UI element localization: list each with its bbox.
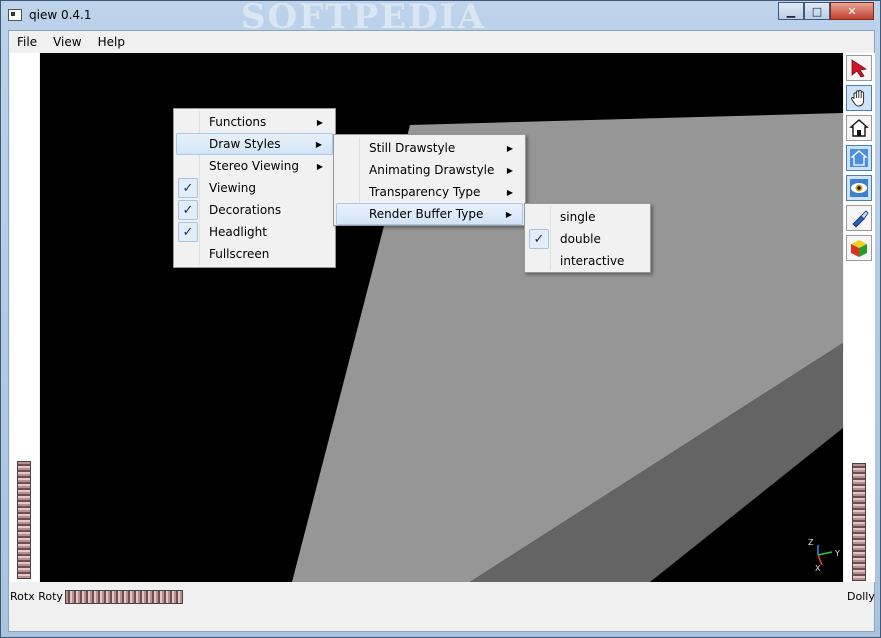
menu-item-label: Fullscreen — [209, 247, 270, 261]
menu-item-label: Animating Drawstyle — [369, 163, 495, 177]
hand-icon — [851, 89, 865, 107]
home-button[interactable] — [846, 115, 872, 141]
status-dolly: Dolly — [847, 590, 875, 603]
set-home-icon — [850, 149, 868, 167]
submenu-arrow-icon: ▶ — [506, 165, 513, 175]
menu-item-label: single — [560, 210, 596, 224]
menu-help[interactable]: Help — [90, 31, 133, 53]
menu-item-headlight[interactable]: ✓ Headlight — [176, 221, 333, 243]
menu-bar: File View Help — [9, 31, 874, 53]
view-all-button[interactable] — [846, 175, 872, 201]
menu-item-label: Render Buffer Type — [369, 207, 484, 221]
menu-item-label: Stereo Viewing — [209, 159, 299, 173]
check-icon: ✓ — [178, 200, 198, 220]
title-bar[interactable]: qiew 0.4.1 SOFTPEDIA ▁ □ ✕ — [1, 0, 880, 37]
axis-x-label: X — [815, 564, 821, 573]
menu-item-still-drawstyle[interactable]: Still Drawstyle ▶ — [336, 137, 523, 159]
view-all-eye-icon — [850, 179, 868, 197]
rotx-thumbwheel[interactable] — [17, 461, 31, 579]
projection-button[interactable] — [846, 235, 872, 261]
menu-item-stereo-viewing[interactable]: Stereo Viewing ▶ — [176, 155, 333, 177]
menu-item-label: Still Drawstyle — [369, 141, 456, 155]
seek-button[interactable] — [846, 205, 872, 231]
client-area: File View Help Z Y X Rotx Roty Dolly — [8, 30, 875, 632]
submenu-arrow-icon: ▶ — [506, 143, 513, 153]
dolly-thumbwheel[interactable] — [852, 463, 866, 581]
maximize-button[interactable]: □ — [804, 2, 830, 20]
viewer-context-menu: Functions ▶ Draw Styles ▶ Stereo Viewing… — [173, 108, 336, 268]
check-icon: ✓ — [178, 178, 198, 198]
menu-item-label: Viewing — [209, 181, 257, 195]
axis-y-label: Y — [834, 549, 840, 558]
submenu-arrow-icon: ▶ — [316, 161, 323, 171]
close-button[interactable]: ✕ — [830, 2, 874, 20]
draw-styles-submenu: Still Drawstyle ▶ Animating Drawstyle ▶ … — [333, 134, 526, 226]
menu-file[interactable]: File — [9, 31, 45, 53]
status-rotx-roty: Rotx Roty — [10, 590, 63, 603]
render-buffer-submenu: single ✓ double interactive — [524, 203, 651, 273]
select-arrow-icon — [851, 59, 867, 78]
menu-item-decorations[interactable]: ✓ Decorations — [176, 199, 333, 221]
submenu-arrow-icon: ▶ — [506, 187, 513, 197]
menu-item-label: Transparency Type — [369, 185, 481, 199]
menu-item-label: Functions — [209, 115, 267, 129]
submenu-arrow-icon: ▶ — [316, 117, 323, 127]
menu-item-double[interactable]: ✓ double — [527, 228, 648, 250]
app-icon[interactable] — [8, 9, 22, 21]
menu-view[interactable]: View — [45, 31, 89, 53]
projection-cube-icon — [851, 240, 867, 257]
check-icon: ✓ — [529, 229, 549, 249]
check-icon: ✓ — [178, 222, 198, 242]
menu-item-label: Decorations — [209, 203, 282, 217]
menu-item-transparency-type[interactable]: Transparency Type ▶ — [336, 181, 523, 203]
3d-viewport[interactable]: Z Y X — [40, 53, 843, 582]
seek-flashlight-icon — [852, 210, 869, 228]
menu-item-interactive[interactable]: interactive — [527, 250, 648, 272]
menu-item-single[interactable]: single — [527, 206, 648, 228]
menu-item-draw-styles[interactable]: Draw Styles ▶ — [176, 133, 333, 155]
menu-item-functions[interactable]: Functions ▶ — [176, 111, 333, 133]
scene-svg: Z Y X — [292, 113, 843, 582]
menu-item-fullscreen[interactable]: Fullscreen — [176, 243, 333, 265]
submenu-arrow-icon: ▶ — [315, 139, 322, 149]
submenu-arrow-icon: ▶ — [505, 209, 512, 219]
app-window: qiew 0.4.1 SOFTPEDIA ▁ □ ✕ File View Hel… — [0, 0, 881, 638]
select-mode-button[interactable] — [846, 55, 872, 81]
menu-item-animating-drawstyle[interactable]: Animating Drawstyle ▶ — [336, 159, 523, 181]
set-home-button[interactable] — [846, 145, 872, 171]
menu-item-label: double — [560, 232, 601, 246]
axis-triad: Z Y X — [808, 538, 840, 573]
menu-item-render-buffer-type[interactable]: Render Buffer Type ▶ — [336, 203, 523, 225]
menu-item-viewing[interactable]: ✓ Viewing — [176, 177, 333, 199]
home-icon — [849, 119, 869, 137]
menu-item-label: Draw Styles — [209, 137, 281, 151]
menu-item-label: interactive — [560, 254, 625, 268]
menu-item-label: Headlight — [209, 225, 267, 239]
window-title: qiew 0.4.1 — [29, 8, 92, 22]
roty-thumbwheel[interactable] — [65, 590, 183, 604]
left-decoration-panel — [10, 53, 39, 582]
minimize-button[interactable]: ▁ — [778, 2, 804, 20]
axis-z-label: Z — [808, 538, 814, 547]
view-mode-button[interactable] — [846, 85, 872, 111]
